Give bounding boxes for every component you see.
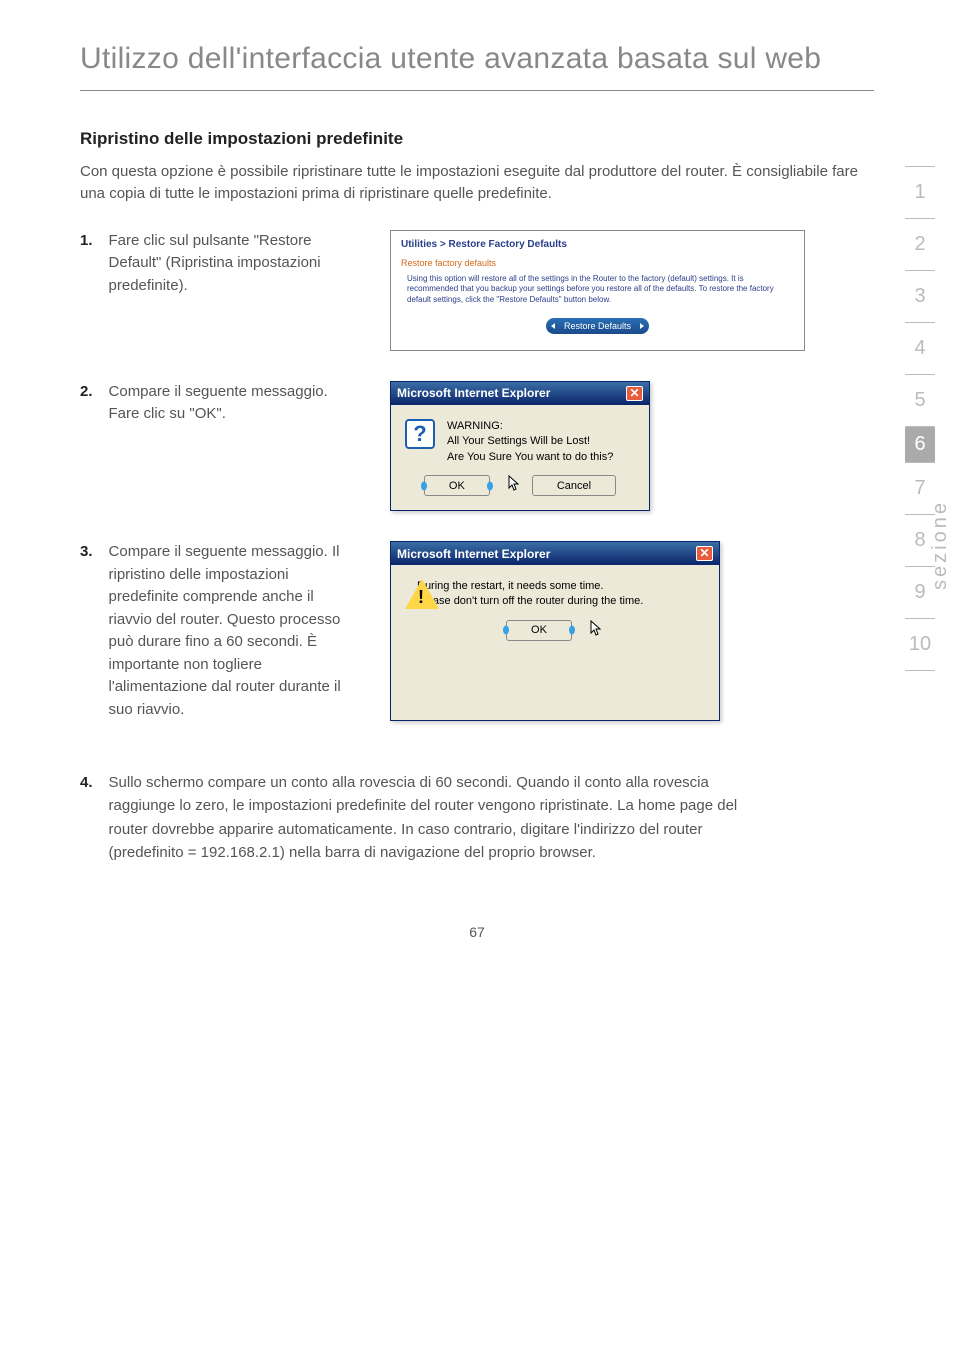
nav-item-5[interactable]: 5 xyxy=(896,375,944,426)
step-3-image: Microsoft Internet Explorer ✕ During the… xyxy=(390,541,874,721)
warning-dialog: Microsoft Internet Explorer ✕ WARNING: A… xyxy=(390,381,650,511)
step-2-image: Microsoft Internet Explorer ✕ WARNING: A… xyxy=(390,381,874,511)
step-3-text: 3. Compare il seguente messaggio. Il rip… xyxy=(80,541,360,721)
step-4-num: 4. xyxy=(80,771,93,864)
utilities-subheading: Restore factory defaults xyxy=(401,258,794,268)
ok-button[interactable]: OK xyxy=(424,475,490,496)
dialog-title: Microsoft Internet Explorer xyxy=(397,547,550,561)
cancel-button[interactable]: Cancel xyxy=(532,475,616,496)
nav-item-4[interactable]: 4 xyxy=(896,323,944,374)
nav-item-1[interactable]: 1 xyxy=(896,167,944,218)
step-2-row: 2. Compare il seguente messaggio. Fare c… xyxy=(80,381,874,511)
cursor-icon xyxy=(590,620,604,641)
utilities-description: Using this option will restore all of th… xyxy=(401,274,794,306)
step-1-text: 1. Fare clic sul pulsante "Restore Defau… xyxy=(80,230,360,351)
nav-item-3[interactable]: 3 xyxy=(896,271,944,322)
utilities-breadcrumb: Utilities > Restore Factory Defaults xyxy=(401,239,794,250)
section-label: sezione xyxy=(929,500,952,590)
step-1-num: 1. xyxy=(80,230,93,351)
restart-dialog: Microsoft Internet Explorer ✕ During the… xyxy=(390,541,720,721)
question-icon xyxy=(405,419,435,449)
dialog-message: During the restart, it needs some time. … xyxy=(417,579,643,610)
step-3-row: 3. Compare il seguente messaggio. Il rip… xyxy=(80,541,874,721)
step-3-num: 3. xyxy=(80,541,93,721)
dialog-titlebar: Microsoft Internet Explorer ✕ xyxy=(391,382,649,405)
step-1-image: Utilities > Restore Factory Defaults Res… xyxy=(390,230,874,351)
step-1-body: Fare clic sul pulsante "Restore Default"… xyxy=(109,230,360,351)
intro-paragraph: Con questa opzione è possibile ripristin… xyxy=(80,161,874,206)
step-1-row: 1. Fare clic sul pulsante "Restore Defau… xyxy=(80,230,874,351)
title-rule xyxy=(80,90,874,91)
close-icon[interactable]: ✕ xyxy=(696,546,713,561)
dialog-titlebar: Microsoft Internet Explorer ✕ xyxy=(391,542,719,565)
step-4-body: Sullo schermo compare un conto alla rove… xyxy=(109,771,749,864)
step-3-body: Compare il seguente messaggio. Il ripris… xyxy=(109,541,360,721)
dialog-title: Microsoft Internet Explorer xyxy=(397,386,550,400)
nav-item-6[interactable]: 6 xyxy=(905,427,935,462)
dialog-line-1: WARNING: xyxy=(447,419,613,434)
step-2-text: 2. Compare il seguente messaggio. Fare c… xyxy=(80,381,360,511)
restore-defaults-button[interactable]: Restore Defaults xyxy=(546,318,649,334)
step-4-row: 4. Sullo schermo compare un conto alla r… xyxy=(80,771,874,864)
step-2-num: 2. xyxy=(80,381,93,511)
section-nav: 1 2 3 4 5 6 7 8 9 10 xyxy=(896,166,944,671)
page-number: 67 xyxy=(80,924,874,940)
step-2-body: Compare il seguente messaggio. Fare clic… xyxy=(109,381,360,511)
utilities-panel: Utilities > Restore Factory Defaults Res… xyxy=(390,230,805,351)
close-icon[interactable]: ✕ xyxy=(626,386,643,401)
cursor-icon xyxy=(508,475,522,496)
nav-item-2[interactable]: 2 xyxy=(896,219,944,270)
dialog-message: WARNING: All Your Settings Will be Lost!… xyxy=(447,419,613,465)
page-title: Utilizzo dell'interfaccia utente avanzat… xyxy=(80,40,874,78)
dialog-line-2: All Your Settings Will be Lost! xyxy=(447,434,613,449)
dialog-line-3: Are You Sure You want to do this? xyxy=(447,450,613,465)
nav-item-10[interactable]: 10 xyxy=(896,619,944,670)
section-heading: Ripristino delle impostazioni predefinit… xyxy=(80,129,874,149)
dialog-line-1: During the restart, it needs some time. xyxy=(417,579,643,594)
ok-button[interactable]: OK xyxy=(506,620,572,641)
dialog-line-2: Please don't turn off the router during … xyxy=(417,594,643,609)
